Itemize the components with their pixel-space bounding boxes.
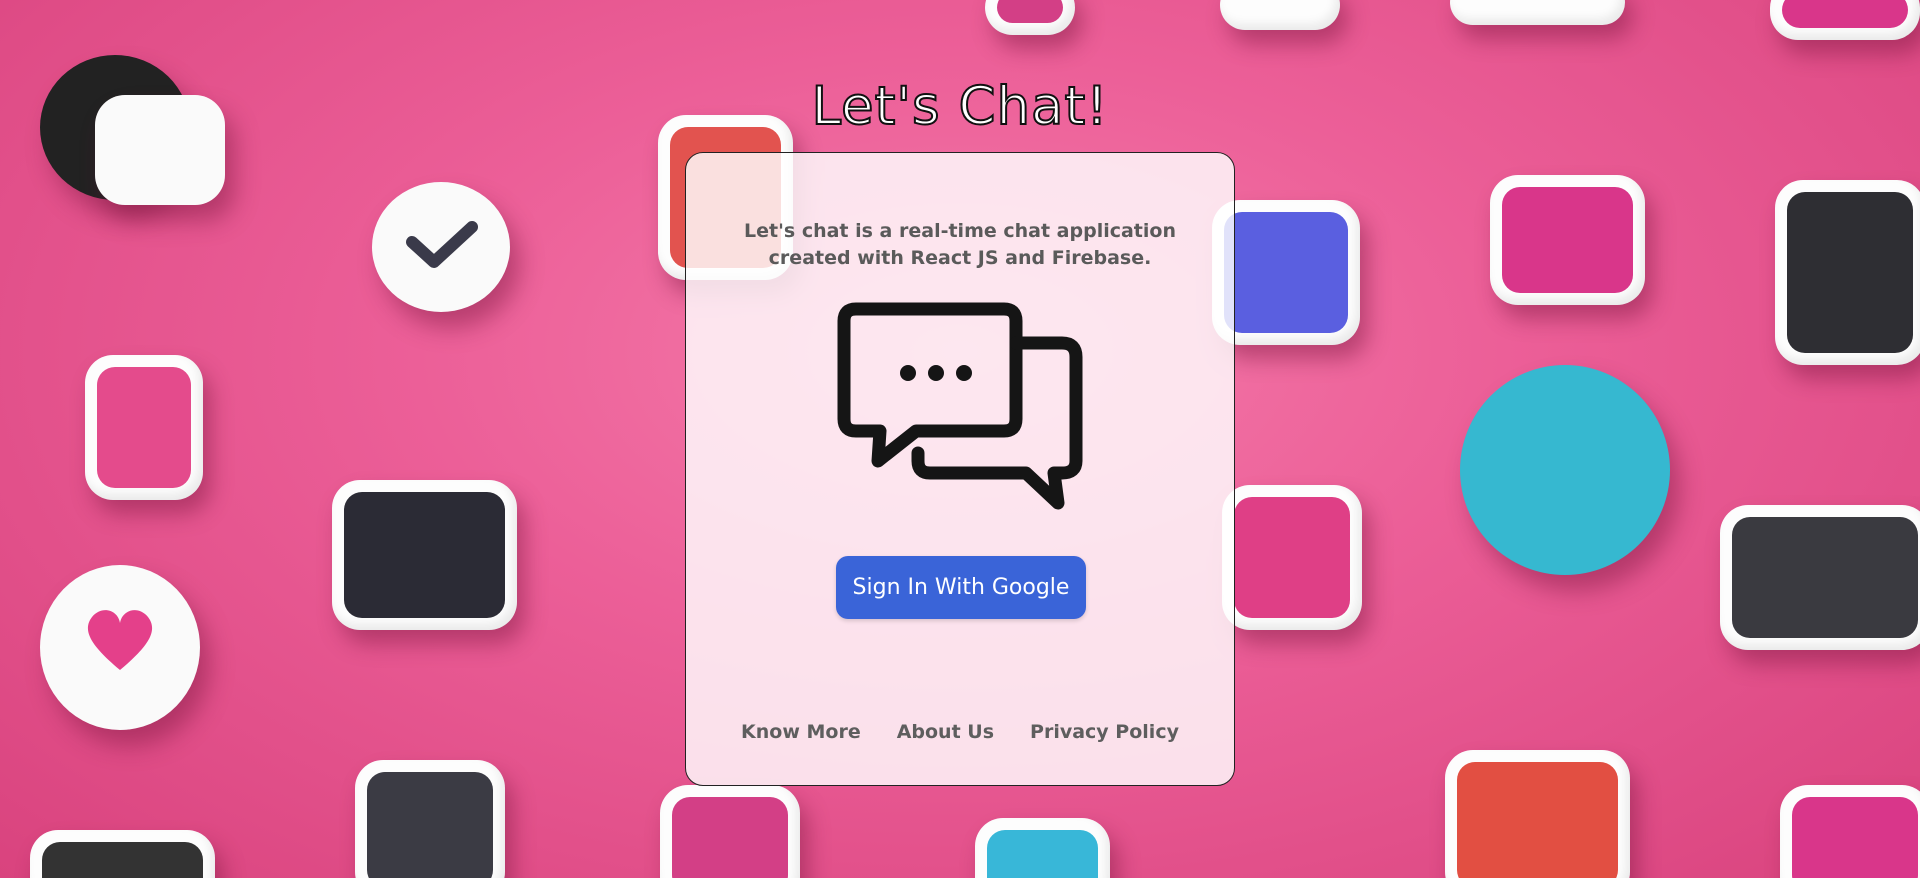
camera-tile-icon	[1720, 505, 1920, 650]
flag-tile-icon	[660, 785, 800, 878]
document-tile-icon	[85, 355, 203, 500]
tile-icon	[1770, 0, 1920, 40]
chart-tile-icon	[1490, 175, 1645, 305]
know-more-link[interactable]: Know More	[741, 721, 861, 743]
cloud-bubble-icon	[1460, 365, 1670, 575]
camera-tile-icon	[30, 830, 215, 878]
footer-links: Know More About Us Privacy Policy	[686, 721, 1234, 743]
heart-bubble-icon	[40, 565, 200, 730]
camera-tile-icon	[1445, 750, 1630, 878]
tile-icon	[1450, 0, 1625, 25]
login-card: Let's chat is a real-time chat applicati…	[685, 152, 1235, 786]
tile-icon	[1220, 0, 1340, 30]
check-bubble-icon	[372, 182, 510, 312]
chat-bubbles-icon	[837, 302, 1083, 510]
about-us-link[interactable]: About Us	[897, 721, 994, 743]
bird-tile-icon	[1222, 485, 1362, 630]
photo-tile-icon	[975, 818, 1110, 878]
page-title: Let's Chat!	[810, 75, 1109, 138]
sign-in-with-google-button[interactable]: Sign In With Google	[836, 556, 1086, 619]
cloud-chat-tile-icon	[332, 480, 517, 630]
chart-tile-icon	[1780, 785, 1920, 878]
privacy-policy-link[interactable]: Privacy Policy	[1030, 721, 1179, 743]
tile-icon	[985, 0, 1075, 35]
cloud-tile-icon	[355, 760, 505, 878]
camera-tile-icon	[1775, 180, 1920, 365]
app-description: Let's chat is a real-time chat applicati…	[744, 220, 1176, 269]
